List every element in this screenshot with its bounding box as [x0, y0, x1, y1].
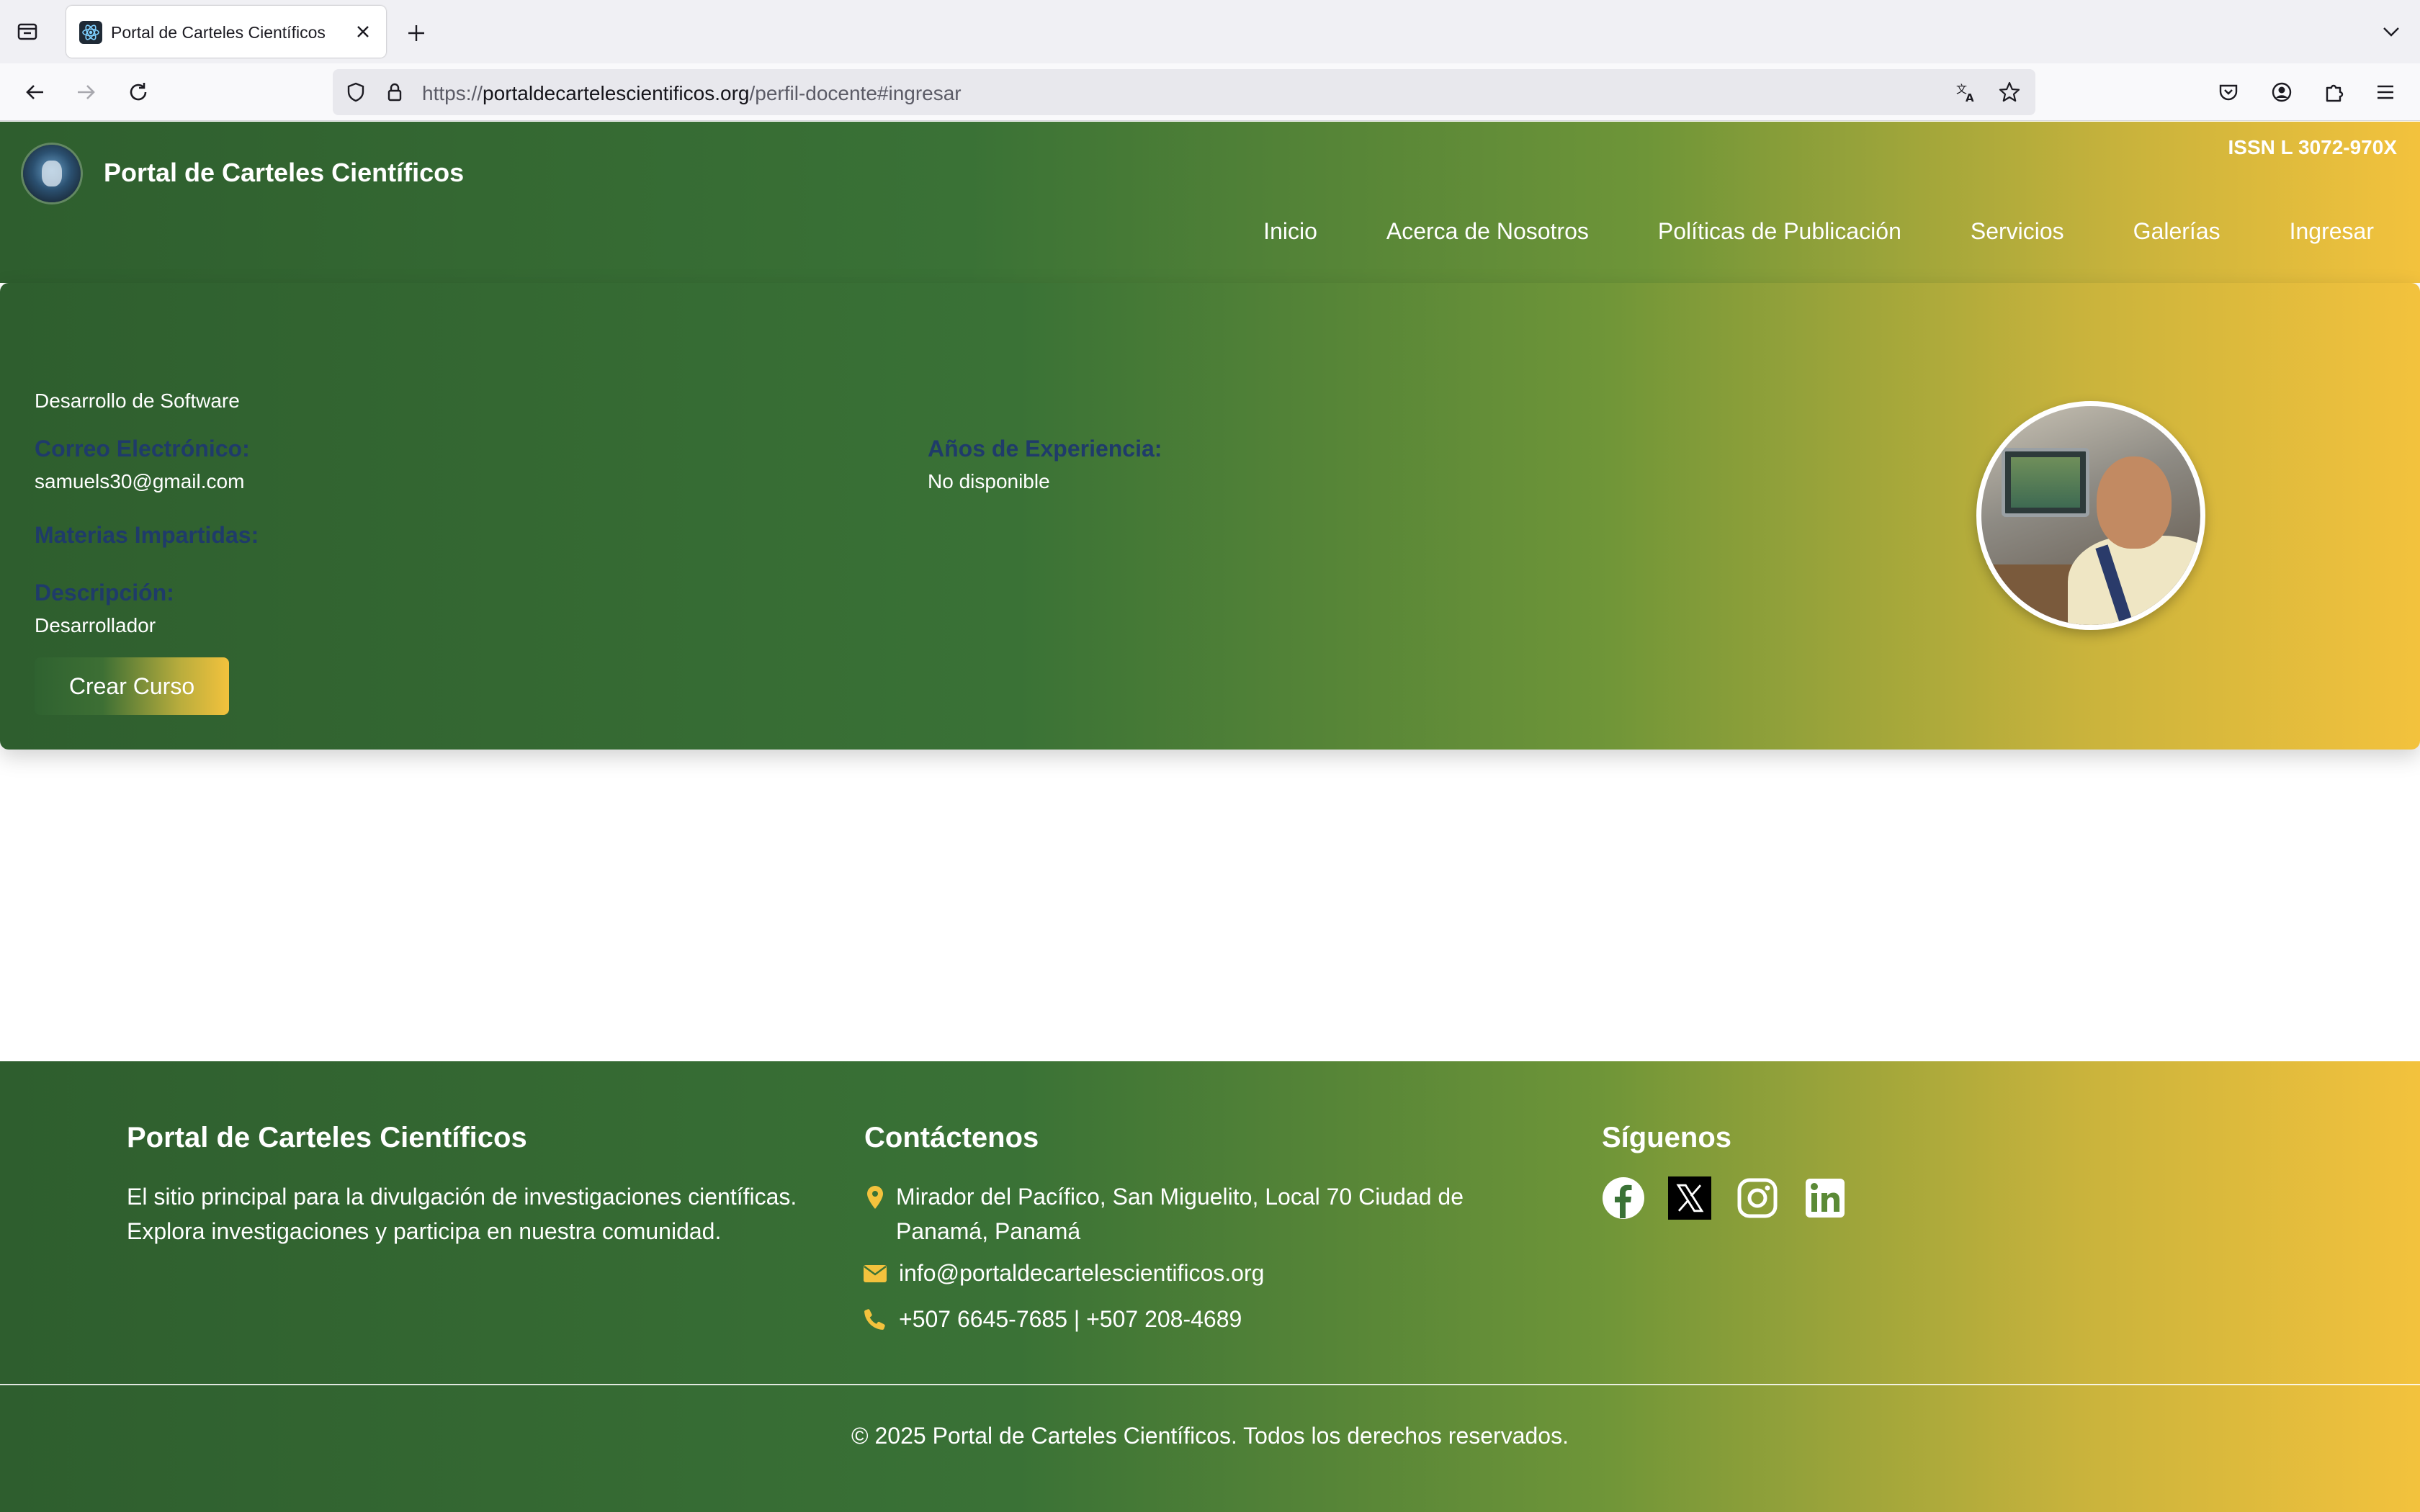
description-value: Desarrollador	[35, 614, 156, 636]
tab-strip: Portal de Carteles Científicos	[0, 0, 2420, 63]
x-twitter-icon[interactable]	[1668, 1176, 1711, 1220]
site-header: Portal de Carteles Científicos ISSN L 30…	[0, 122, 2420, 283]
extensions-puzzle-icon[interactable]	[2318, 76, 2349, 108]
menu-item-politicas[interactable]: Políticas de Publicación	[1658, 218, 1901, 245]
hamburger-menu-icon[interactable]	[2370, 76, 2401, 108]
menu-item-ingresar[interactable]: Ingresar	[2290, 218, 2374, 245]
footer-about-text-2: Explora investigaciones y participa en n…	[127, 1218, 722, 1244]
create-course-button[interactable]: Crear Curso	[35, 657, 229, 715]
svg-text:A: A	[1966, 91, 1974, 104]
main-menu: Inicio Acerca de Nosotros Políticas de P…	[1263, 218, 2374, 245]
footer-about-title: Portal de Carteles Científicos	[127, 1122, 527, 1153]
url-path: /perfil-docente#ingresar	[749, 82, 962, 104]
close-tab-icon[interactable]	[350, 19, 376, 45]
footer-address-2: Panamá, Panamá	[896, 1218, 1081, 1244]
reload-icon[interactable]	[122, 76, 154, 108]
tab-title: Portal de Carteles Científicos	[111, 23, 326, 42]
experience-value: No disponible	[928, 470, 1050, 492]
phone-icon	[863, 1308, 887, 1332]
email-value: samuels30@gmail.com	[35, 470, 245, 492]
firefox-view-icon[interactable]	[13, 17, 42, 46]
account-icon[interactable]	[2266, 76, 2298, 108]
description-label: Descripción:	[35, 580, 174, 606]
footer-about-text-1: El sitio principal para la divulgación d…	[127, 1184, 797, 1210]
back-arrow-icon[interactable]	[19, 76, 50, 108]
forward-arrow-icon[interactable]	[71, 76, 102, 108]
lock-icon[interactable]	[382, 79, 408, 105]
tracking-protection-shield-icon[interactable]	[343, 79, 369, 105]
navigation-toolbar: https://portaldecartelescientificos.org/…	[0, 63, 2420, 121]
footer-email[interactable]: info@portaldecartelescientificos.org	[899, 1256, 1264, 1290]
url-prefix: https://	[422, 82, 483, 104]
translate-icon[interactable]: 文A	[1953, 79, 1979, 105]
linkedin-icon[interactable]	[1803, 1176, 1847, 1220]
site-logo[interactable]	[23, 145, 81, 202]
menu-item-inicio[interactable]: Inicio	[1263, 218, 1317, 245]
department-text: Desarrollo de Software	[35, 390, 240, 412]
footer-address-1: Mirador del Pacífico, San Miguelito, Loc…	[896, 1184, 1464, 1210]
site-footer: Portal de Carteles Científicos El sitio …	[0, 1061, 2420, 1512]
browser-chrome: Portal de Carteles Científicos https://p…	[0, 0, 2420, 121]
pocket-icon[interactable]	[2213, 76, 2244, 108]
menu-item-acerca[interactable]: Acerca de Nosotros	[1386, 218, 1589, 245]
instagram-icon[interactable]	[1736, 1176, 1779, 1220]
url-text: https://portaldecartelescientificos.org/…	[422, 82, 962, 105]
profile-avatar	[1976, 401, 2205, 630]
footer-contact-title: Contáctenos	[864, 1122, 1039, 1153]
email-label: Correo Electrónico:	[35, 436, 250, 462]
menu-item-galerias[interactable]: Galerías	[2133, 218, 2220, 245]
issn-label: ISSN L 3072-970X	[2228, 136, 2397, 158]
address-bar[interactable]: https://portaldecartelescientificos.org/…	[333, 69, 2035, 115]
facebook-icon[interactable]	[1602, 1176, 1645, 1220]
location-pin-icon	[863, 1185, 887, 1210]
experience-label: Años de Experiencia:	[928, 436, 1162, 462]
url-host: portaldecartelescientificos.org	[483, 82, 750, 104]
footer-follow-title: Síguenos	[1602, 1122, 1732, 1153]
active-tab[interactable]: Portal de Carteles Científicos	[66, 6, 386, 58]
site-favicon-icon	[79, 21, 102, 44]
teacher-profile-card: Desarrollo de Software Correo Electrónic…	[0, 283, 2420, 750]
envelope-icon	[863, 1261, 887, 1286]
list-all-tabs-chevron-icon[interactable]	[2377, 17, 2406, 46]
site-title[interactable]: Portal de Carteles Científicos	[104, 158, 464, 188]
menu-item-servicios[interactable]: Servicios	[1971, 218, 2064, 245]
new-tab-plus-icon[interactable]	[400, 17, 432, 49]
subjects-label: Materias Impartidas:	[35, 522, 259, 548]
footer-copyright: © 2025 Portal de Carteles Científicos. T…	[851, 1423, 1569, 1449]
footer-divider	[0, 1384, 2420, 1385]
bookmark-star-icon[interactable]	[1996, 79, 2022, 105]
footer-phone: +507 6645-7685 | +507 208-4689	[899, 1306, 1242, 1332]
